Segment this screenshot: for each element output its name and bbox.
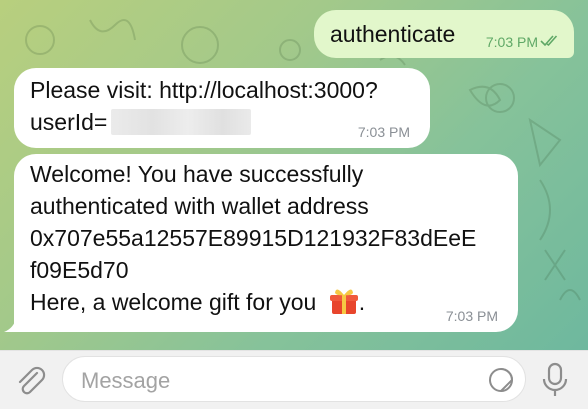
bubble-tail [4,318,20,332]
message-text: authenticate [330,21,456,47]
message-text: Here, a welcome gift for you [30,289,317,315]
message-time: 7:03 PM [357,124,410,140]
message-input[interactable]: Message [62,356,526,402]
wallet-address-line: 0x707e55a12557E89915D121932F83dEeE [30,225,477,251]
outgoing-message[interactable]: authenticate 7:03 PM [314,10,574,58]
message-time: 7:03 PM [445,308,498,324]
message-text: . [358,289,366,315]
message-text-line: Welcome! You have successfully [30,161,364,187]
chat-background: authenticate 7:03 PM Please visit: http:… [0,0,588,350]
message-text-line: Here, a welcome gift for you . [30,286,518,318]
wallet-address-line: f09E5d70 [30,257,129,283]
sticker-icon[interactable] [487,366,515,394]
message-placeholder: Message [81,368,171,393]
incoming-message[interactable]: Please visit: http://localhost:3000? use… [14,68,430,148]
message-composer: Message [0,350,588,409]
message-text: userId= [30,109,108,135]
redacted-user-id [111,109,252,135]
message-text-line: Please visit: http://localhost:3000? [30,77,378,103]
message-time: 7:03 PM [485,34,538,50]
gift-icon [329,289,358,314]
read-receipt-icon [540,35,558,47]
message-text-line: authenticated with wallet address [30,193,369,219]
incoming-message[interactable]: Welcome! You have successfully authentic… [14,154,518,332]
microphone-icon[interactable] [540,362,570,398]
paperclip-icon[interactable] [13,365,47,397]
